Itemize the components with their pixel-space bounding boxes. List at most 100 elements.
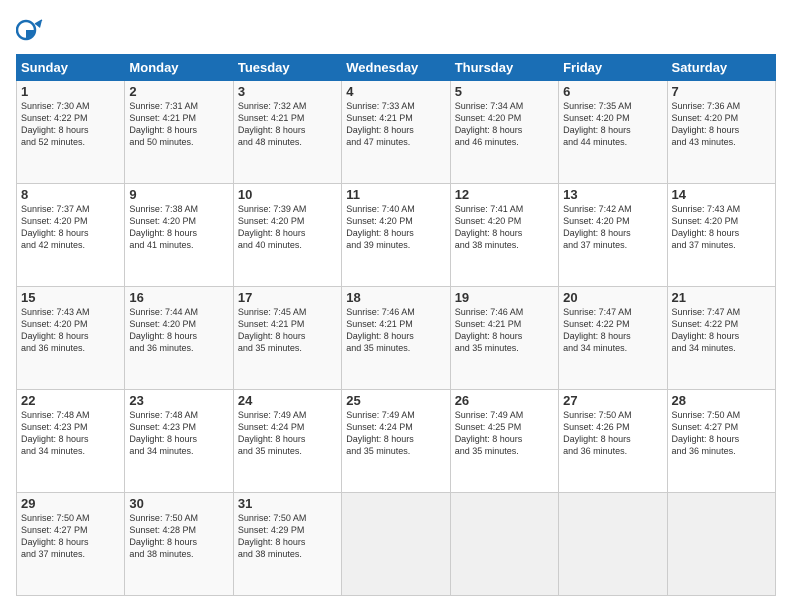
cell-info: Sunrise: 7:31 AMSunset: 4:21 PMDaylight:… xyxy=(129,100,228,149)
calendar-cell xyxy=(450,493,558,596)
cell-info: Sunrise: 7:50 AMSunset: 4:28 PMDaylight:… xyxy=(129,512,228,561)
day-number: 13 xyxy=(563,187,662,202)
day-header-friday: Friday xyxy=(559,55,667,81)
day-number: 17 xyxy=(238,290,337,305)
calendar-cell: 5Sunrise: 7:34 AMSunset: 4:20 PMDaylight… xyxy=(450,81,558,184)
cell-info: Sunrise: 7:47 AMSunset: 4:22 PMDaylight:… xyxy=(672,306,771,355)
cell-info: Sunrise: 7:50 AMSunset: 4:27 PMDaylight:… xyxy=(672,409,771,458)
calendar-cell xyxy=(342,493,450,596)
day-header-sunday: Sunday xyxy=(17,55,125,81)
day-number: 12 xyxy=(455,187,554,202)
day-number: 20 xyxy=(563,290,662,305)
calendar-cell: 22Sunrise: 7:48 AMSunset: 4:23 PMDayligh… xyxy=(17,390,125,493)
cell-info: Sunrise: 7:50 AMSunset: 4:29 PMDaylight:… xyxy=(238,512,337,561)
logo-icon xyxy=(16,16,44,44)
calendar-cell: 31Sunrise: 7:50 AMSunset: 4:29 PMDayligh… xyxy=(233,493,341,596)
cell-info: Sunrise: 7:45 AMSunset: 4:21 PMDaylight:… xyxy=(238,306,337,355)
cell-info: Sunrise: 7:30 AMSunset: 4:22 PMDaylight:… xyxy=(21,100,120,149)
day-number: 5 xyxy=(455,84,554,99)
day-number: 16 xyxy=(129,290,228,305)
calendar-week-5: 29Sunrise: 7:50 AMSunset: 4:27 PMDayligh… xyxy=(17,493,776,596)
day-header-monday: Monday xyxy=(125,55,233,81)
day-number: 9 xyxy=(129,187,228,202)
calendar-cell: 21Sunrise: 7:47 AMSunset: 4:22 PMDayligh… xyxy=(667,287,775,390)
day-number: 18 xyxy=(346,290,445,305)
cell-info: Sunrise: 7:46 AMSunset: 4:21 PMDaylight:… xyxy=(455,306,554,355)
cell-info: Sunrise: 7:38 AMSunset: 4:20 PMDaylight:… xyxy=(129,203,228,252)
cell-info: Sunrise: 7:44 AMSunset: 4:20 PMDaylight:… xyxy=(129,306,228,355)
day-number: 1 xyxy=(21,84,120,99)
day-number: 24 xyxy=(238,393,337,408)
cell-info: Sunrise: 7:32 AMSunset: 4:21 PMDaylight:… xyxy=(238,100,337,149)
day-number: 11 xyxy=(346,187,445,202)
cell-info: Sunrise: 7:43 AMSunset: 4:20 PMDaylight:… xyxy=(672,203,771,252)
day-number: 6 xyxy=(563,84,662,99)
calendar-cell: 7Sunrise: 7:36 AMSunset: 4:20 PMDaylight… xyxy=(667,81,775,184)
cell-info: Sunrise: 7:39 AMSunset: 4:20 PMDaylight:… xyxy=(238,203,337,252)
day-number: 31 xyxy=(238,496,337,511)
calendar-cell: 18Sunrise: 7:46 AMSunset: 4:21 PMDayligh… xyxy=(342,287,450,390)
day-number: 14 xyxy=(672,187,771,202)
day-header-tuesday: Tuesday xyxy=(233,55,341,81)
calendar-week-1: 1Sunrise: 7:30 AMSunset: 4:22 PMDaylight… xyxy=(17,81,776,184)
cell-info: Sunrise: 7:40 AMSunset: 4:20 PMDaylight:… xyxy=(346,203,445,252)
logo xyxy=(16,16,48,44)
cell-info: Sunrise: 7:48 AMSunset: 4:23 PMDaylight:… xyxy=(21,409,120,458)
day-header-saturday: Saturday xyxy=(667,55,775,81)
calendar-cell: 8Sunrise: 7:37 AMSunset: 4:20 PMDaylight… xyxy=(17,184,125,287)
calendar-cell xyxy=(559,493,667,596)
calendar-cell: 12Sunrise: 7:41 AMSunset: 4:20 PMDayligh… xyxy=(450,184,558,287)
day-number: 2 xyxy=(129,84,228,99)
calendar-cell: 26Sunrise: 7:49 AMSunset: 4:25 PMDayligh… xyxy=(450,390,558,493)
calendar-week-4: 22Sunrise: 7:48 AMSunset: 4:23 PMDayligh… xyxy=(17,390,776,493)
day-number: 21 xyxy=(672,290,771,305)
cell-info: Sunrise: 7:50 AMSunset: 4:26 PMDaylight:… xyxy=(563,409,662,458)
calendar-cell: 19Sunrise: 7:46 AMSunset: 4:21 PMDayligh… xyxy=(450,287,558,390)
calendar-cell: 4Sunrise: 7:33 AMSunset: 4:21 PMDaylight… xyxy=(342,81,450,184)
cell-info: Sunrise: 7:50 AMSunset: 4:27 PMDaylight:… xyxy=(21,512,120,561)
day-number: 30 xyxy=(129,496,228,511)
calendar-cell: 24Sunrise: 7:49 AMSunset: 4:24 PMDayligh… xyxy=(233,390,341,493)
calendar-cell: 17Sunrise: 7:45 AMSunset: 4:21 PMDayligh… xyxy=(233,287,341,390)
cell-info: Sunrise: 7:37 AMSunset: 4:20 PMDaylight:… xyxy=(21,203,120,252)
calendar-cell xyxy=(667,493,775,596)
calendar-cell: 13Sunrise: 7:42 AMSunset: 4:20 PMDayligh… xyxy=(559,184,667,287)
cell-info: Sunrise: 7:46 AMSunset: 4:21 PMDaylight:… xyxy=(346,306,445,355)
calendar-cell: 11Sunrise: 7:40 AMSunset: 4:20 PMDayligh… xyxy=(342,184,450,287)
day-header-wednesday: Wednesday xyxy=(342,55,450,81)
calendar-cell: 6Sunrise: 7:35 AMSunset: 4:20 PMDaylight… xyxy=(559,81,667,184)
calendar-cell: 29Sunrise: 7:50 AMSunset: 4:27 PMDayligh… xyxy=(17,493,125,596)
day-number: 15 xyxy=(21,290,120,305)
day-number: 23 xyxy=(129,393,228,408)
calendar-cell: 16Sunrise: 7:44 AMSunset: 4:20 PMDayligh… xyxy=(125,287,233,390)
calendar-table: SundayMondayTuesdayWednesdayThursdayFrid… xyxy=(16,54,776,596)
cell-info: Sunrise: 7:48 AMSunset: 4:23 PMDaylight:… xyxy=(129,409,228,458)
day-number: 4 xyxy=(346,84,445,99)
day-header-thursday: Thursday xyxy=(450,55,558,81)
calendar-cell: 20Sunrise: 7:47 AMSunset: 4:22 PMDayligh… xyxy=(559,287,667,390)
day-number: 7 xyxy=(672,84,771,99)
day-number: 29 xyxy=(21,496,120,511)
cell-info: Sunrise: 7:33 AMSunset: 4:21 PMDaylight:… xyxy=(346,100,445,149)
day-number: 22 xyxy=(21,393,120,408)
calendar-week-2: 8Sunrise: 7:37 AMSunset: 4:20 PMDaylight… xyxy=(17,184,776,287)
calendar-cell: 27Sunrise: 7:50 AMSunset: 4:26 PMDayligh… xyxy=(559,390,667,493)
calendar-cell: 10Sunrise: 7:39 AMSunset: 4:20 PMDayligh… xyxy=(233,184,341,287)
cell-info: Sunrise: 7:41 AMSunset: 4:20 PMDaylight:… xyxy=(455,203,554,252)
calendar-cell: 2Sunrise: 7:31 AMSunset: 4:21 PMDaylight… xyxy=(125,81,233,184)
cell-info: Sunrise: 7:36 AMSunset: 4:20 PMDaylight:… xyxy=(672,100,771,149)
cell-info: Sunrise: 7:42 AMSunset: 4:20 PMDaylight:… xyxy=(563,203,662,252)
cell-info: Sunrise: 7:47 AMSunset: 4:22 PMDaylight:… xyxy=(563,306,662,355)
calendar-cell: 25Sunrise: 7:49 AMSunset: 4:24 PMDayligh… xyxy=(342,390,450,493)
calendar-cell: 1Sunrise: 7:30 AMSunset: 4:22 PMDaylight… xyxy=(17,81,125,184)
calendar-week-3: 15Sunrise: 7:43 AMSunset: 4:20 PMDayligh… xyxy=(17,287,776,390)
calendar-cell: 30Sunrise: 7:50 AMSunset: 4:28 PMDayligh… xyxy=(125,493,233,596)
cell-info: Sunrise: 7:34 AMSunset: 4:20 PMDaylight:… xyxy=(455,100,554,149)
calendar-cell: 23Sunrise: 7:48 AMSunset: 4:23 PMDayligh… xyxy=(125,390,233,493)
day-number: 19 xyxy=(455,290,554,305)
page: SundayMondayTuesdayWednesdayThursdayFrid… xyxy=(0,0,792,612)
day-number: 26 xyxy=(455,393,554,408)
calendar-cell: 14Sunrise: 7:43 AMSunset: 4:20 PMDayligh… xyxy=(667,184,775,287)
day-number: 8 xyxy=(21,187,120,202)
cell-info: Sunrise: 7:49 AMSunset: 4:24 PMDaylight:… xyxy=(238,409,337,458)
